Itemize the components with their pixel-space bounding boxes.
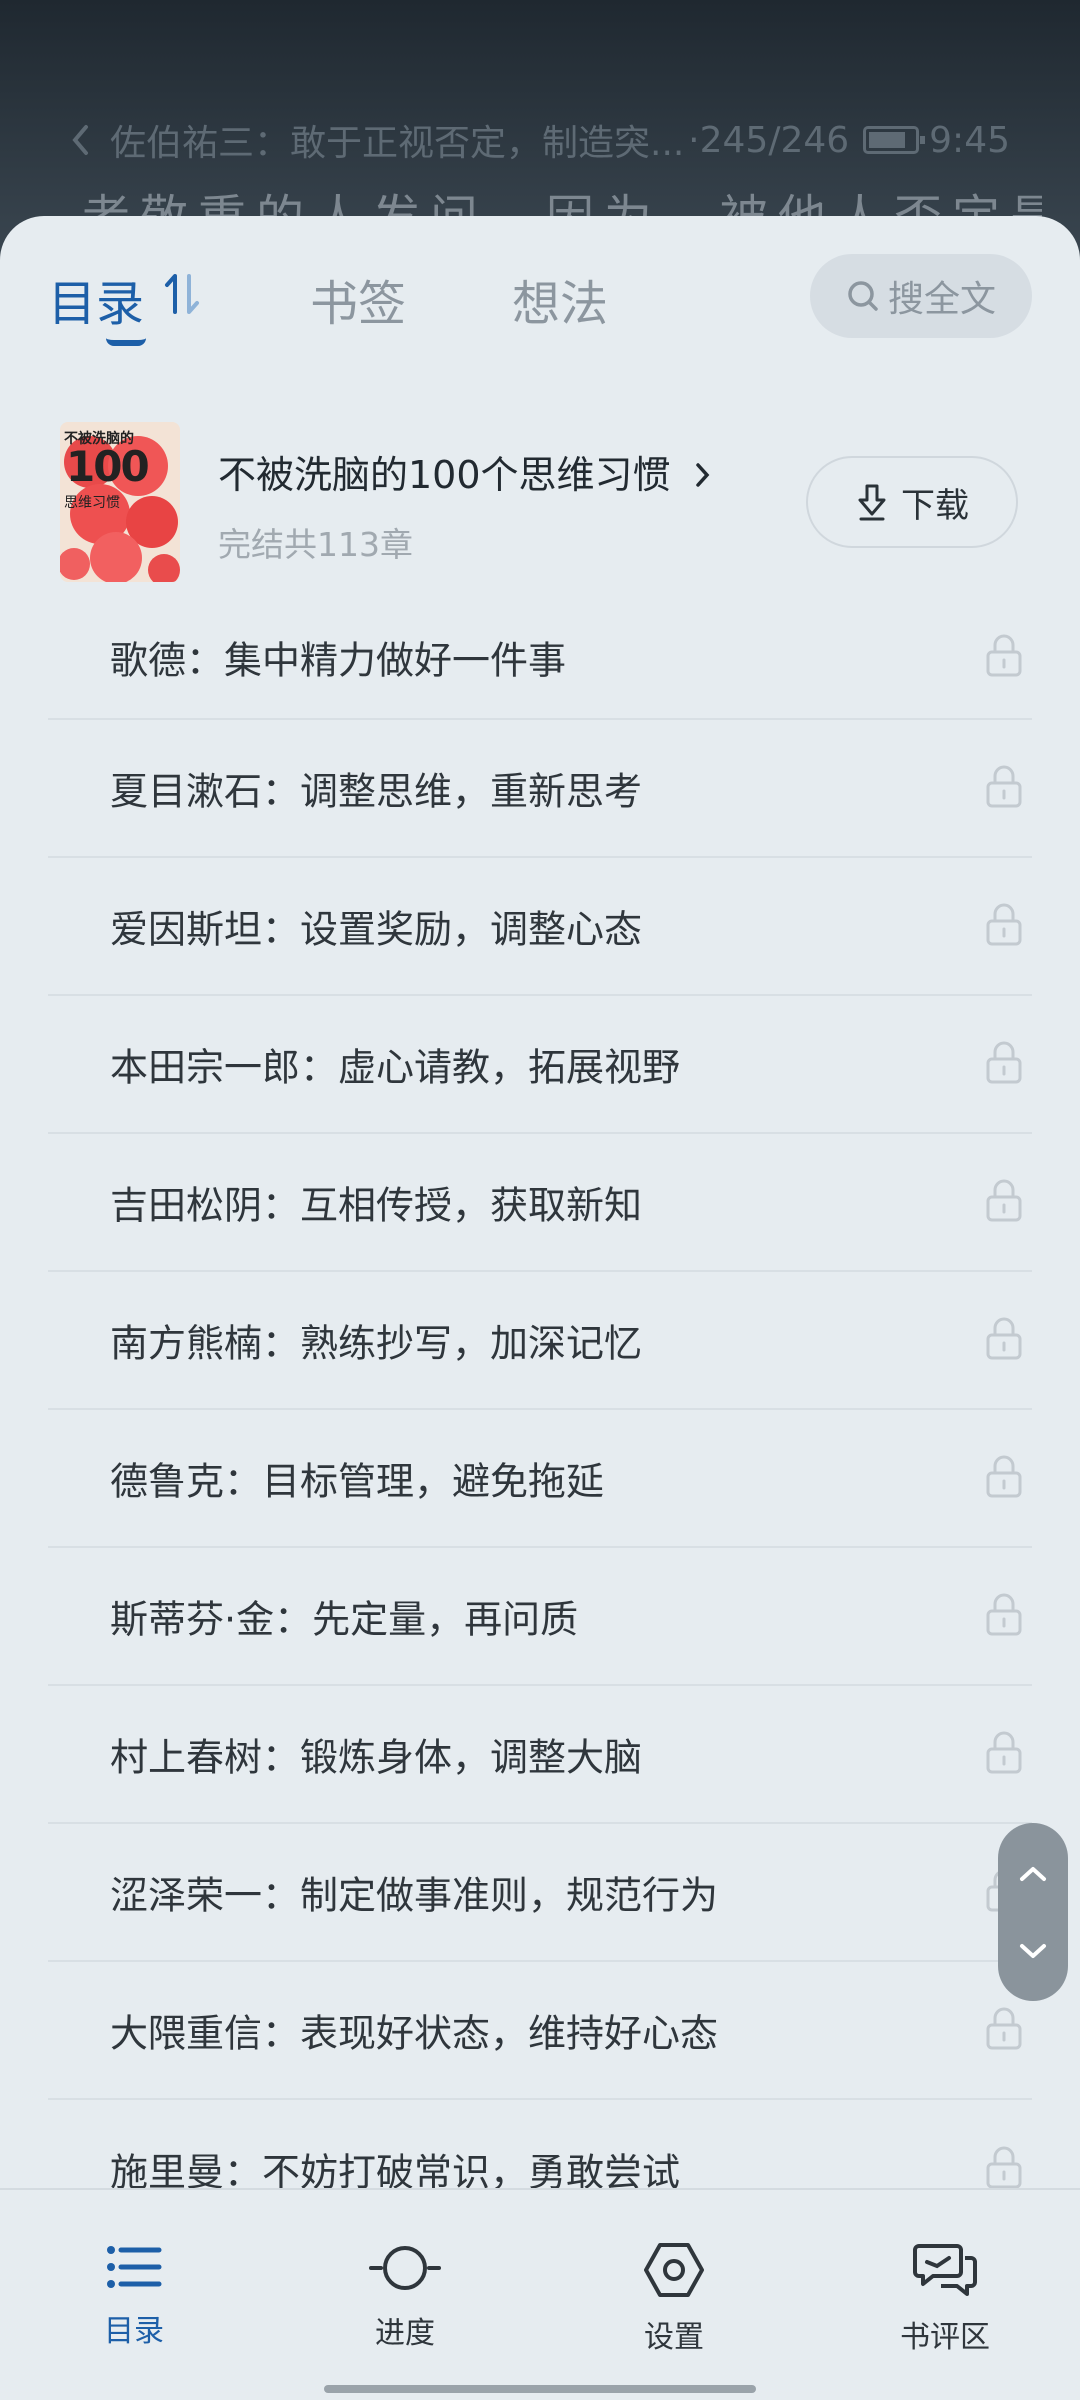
progress-icon [369,2246,441,2290]
search-fulltext-button[interactable]: 搜全文 [810,254,1032,338]
book-cover[interactable]: 不被洗脑的 100 思维习惯 [60,422,180,582]
chapter-title: 本田宗一郎：虚心请教，拓展视野 [110,1045,681,1090]
chapter-title: 吉田松阴：互相传授，获取新知 [110,1183,643,1228]
nav-settings[interactable]: 设置 [584,2242,764,2356]
chapter-item[interactable]: 村上春树：锻炼身体，调整大脑 [48,1686,1032,1824]
scroll-down-icon[interactable] [1018,1941,1048,1961]
chapter-title: 村上春树：锻炼身体，调整大脑 [110,1735,643,1780]
reader-header: 佐伯祐三：敢于正视否定，制造突... ·245/246 9:45 [70,112,1010,168]
download-icon [858,484,886,521]
scroll-jump-control[interactable] [998,1823,1068,2001]
sheet-tabs: 目录 书签 想法 搜全文 [0,216,1080,366]
tab-notes[interactable]: 想法 [512,264,608,334]
book-cover-subtitle: 思维习惯 [64,495,120,511]
nav-progress-label: 进度 [375,2316,435,2351]
lock-icon [984,1177,1024,1227]
chapter-title: 南方熊楠：熟练抄写，加深记忆 [110,1321,643,1366]
download-button[interactable]: 下载 [806,456,1018,548]
reader-time: 9:45 [929,119,1010,161]
settings-hexagon-icon [644,2243,704,2297]
lock-icon [984,1591,1024,1641]
chapter-item[interactable]: 德鲁克：目标管理，避免拖延 [48,1410,1032,1548]
chapter-title: 夏目漱石：调整思维，重新思考 [110,769,643,814]
chapter-item[interactable]: 爱因斯坦：设置奖励，调整心态 [48,858,1032,996]
lock-icon [984,632,1024,682]
reader-chapter-title: 佐伯祐三：敢于正视否定，制造突... [110,123,685,164]
home-indicator[interactable] [324,2385,756,2393]
lock-icon [984,1729,1024,1779]
nav-reviews[interactable]: 书评区 [855,2242,1035,2356]
search-button-label: 搜全文 [887,279,996,320]
nav-toc-label: 目录 [104,2314,164,2349]
list-icon [107,2246,162,2288]
download-label: 下载 [901,485,969,526]
chat-bubbles-icon [913,2244,977,2296]
book-chapter-count: 完结共113章 [218,525,413,564]
chapter-title: 涩泽荣一：制定做事准则，规范行为 [110,1873,719,1918]
chapter-item[interactable]: 歌德：集中精力做好一件事 [48,596,1032,720]
chapter-item[interactable]: 吉田松阴：互相传授，获取新知 [48,1134,1032,1272]
chapter-item[interactable]: 大隈重信：表现好状态，维持好心态 [48,1962,1032,2100]
chapter-item[interactable]: 本田宗一郎：虚心请教，拓展视野 [48,996,1032,1134]
reader-page-progress: ·245/246 [688,119,850,161]
tab-bookmark[interactable]: 书签 [310,264,406,334]
toc-sheet: 目录 书签 想法 搜全文 不被洗脑的 100 思维习惯 不被洗脑的100个思维习… [0,216,1080,2400]
back-chevron-icon[interactable] [70,123,110,157]
search-icon [848,281,878,311]
book-title[interactable]: 不被洗脑的100个思维习惯 [218,444,713,499]
book-cover-number: 100 [66,442,150,491]
chapter-item[interactable]: 涩泽荣一：制定做事准则，规范行为 [48,1824,1032,1962]
tab-toc[interactable]: 目录 [48,264,144,334]
book-title-text: 不被洗脑的100个思维习惯 [218,453,671,497]
sort-order-icon[interactable] [164,272,200,320]
lock-icon [984,763,1024,813]
lock-icon [984,2144,1024,2194]
chapter-title: 大隈重信：表现好状态，维持好心态 [110,2011,719,2056]
lock-icon [984,1315,1024,1365]
chevron-right-icon [695,463,709,487]
lock-icon [984,2005,1024,2055]
chapter-list: 歌德：集中精力做好一件事 夏目漱石：调整思维，重新思考 爱因斯坦：设置奖励，调整… [0,596,1080,2238]
nav-progress[interactable]: 进度 [315,2242,495,2352]
chapter-title: 歌德：集中精力做好一件事 [110,638,567,683]
chapter-item[interactable]: 斯蒂芬·金：先定量，再问质 [48,1548,1032,1686]
nav-reviews-label: 书评区 [900,2320,990,2355]
chapter-title: 斯蒂芬·金：先定量，再问质 [110,1597,579,1642]
chapter-item[interactable]: 南方熊楠：熟练抄写，加深记忆 [48,1272,1032,1410]
battery-icon [863,126,926,154]
lock-icon [984,901,1024,951]
active-tab-indicator [106,338,146,346]
lock-icon [984,1453,1024,1503]
bottom-nav: 目录 进度 设置 书评区 [0,2188,1080,2400]
chapter-title: 德鲁克：目标管理，避免拖延 [110,1459,605,1504]
lock-icon [984,1039,1024,1089]
nav-settings-label: 设置 [644,2320,704,2355]
chapter-item[interactable]: 夏目漱石：调整思维，重新思考 [48,720,1032,858]
scroll-up-icon[interactable] [1018,1864,1048,1884]
chapter-title: 爱因斯坦：设置奖励，调整心态 [110,907,643,952]
nav-toc[interactable]: 目录 [44,2242,224,2350]
